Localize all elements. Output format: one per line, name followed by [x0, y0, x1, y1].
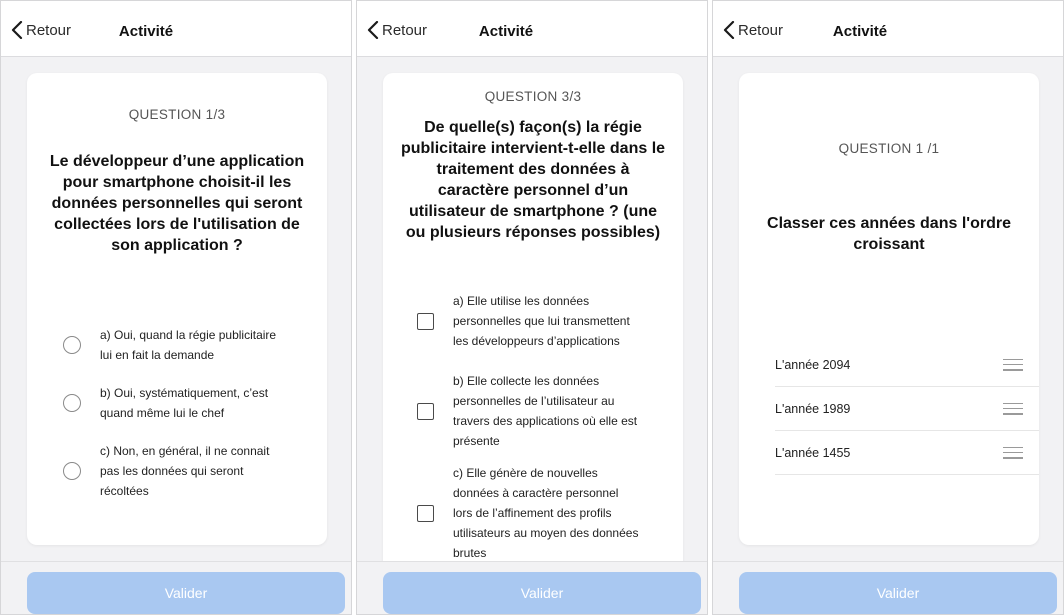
validate-button[interactable]: Valider: [27, 572, 345, 614]
option-line: utilisateurs au moyen des données: [453, 526, 639, 540]
question-line: De quelle(s) façon(s) la régie: [424, 119, 642, 136]
drag-handle-icon[interactable]: [1003, 358, 1023, 371]
option-label: c) Elle génère de nouvelles données à ca…: [453, 463, 638, 563]
question-line: pour smartphone choisit-il les: [62, 174, 292, 191]
option-label: a) Oui, quand la régie publicitaire lui …: [100, 325, 276, 365]
question-line: son application ?: [111, 237, 243, 254]
question-line: traitement des données à: [436, 161, 630, 178]
item-label: L'année 1989: [775, 401, 851, 416]
option-label: b) Elle collecte les données personnelle…: [453, 371, 637, 451]
navigation-bar: Retour Activité: [1, 1, 351, 57]
page-title: Activité: [118, 23, 174, 40]
question-number: QUESTION 3/3: [484, 89, 582, 104]
validate-button[interactable]: Valider: [739, 572, 1057, 614]
question-text: Classer ces années dans l'ordre croissan…: [739, 213, 1039, 255]
question-line: Classer ces années dans l'ordre: [767, 215, 1011, 232]
question-card: QUESTION 1 /1 Classer ces années dans l'…: [739, 73, 1039, 545]
checkbox[interactable]: [417, 504, 434, 522]
option-line: travers des applications où elle est: [453, 414, 638, 428]
option-line: personnelles de l’utilisateur au: [453, 394, 615, 408]
sortable-item[interactable]: L'année 2094: [775, 343, 1039, 387]
question-line: caractère personnel d’un: [437, 182, 629, 199]
quiz-screen-question-3: Retour Activité QUESTION 3/3 De quelle(s…: [356, 0, 708, 615]
question-line: collectées lors de l'utilisation de: [54, 216, 300, 233]
option-line: lui en fait la demande: [100, 348, 215, 362]
answer-option-c[interactable]: c) Non, en général, il ne connait pas le…: [27, 441, 327, 501]
quiz-screen-question-1: Retour Activité QUESTION 1/3 Le développ…: [0, 0, 352, 615]
validate-button[interactable]: Valider: [383, 572, 701, 614]
question-number: QUESTION 1/3: [128, 107, 226, 122]
option-line: c) Elle génère de nouvelles: [453, 466, 598, 480]
footer-bar: Valider: [1, 561, 351, 614]
question-line: utilisateur de smartphone ? (une: [408, 203, 658, 220]
question-line: publicitaire intervient-t-elle dans le: [400, 140, 666, 157]
answer-option-a[interactable]: a) Elle utilise les données personnelles…: [383, 291, 683, 351]
radio-button[interactable]: [63, 462, 81, 480]
question-number: QUESTION 1 /1: [838, 141, 940, 156]
option-line: b) Elle collecte les données: [453, 374, 600, 388]
question-card: QUESTION 1/3 Le développeur d’une applic…: [27, 73, 327, 545]
footer-bar: Valider: [713, 561, 1063, 614]
option-line: pas les données qui seront: [100, 464, 244, 478]
option-line: récoltées: [100, 484, 149, 498]
radio-button[interactable]: [63, 336, 81, 354]
option-line: quand même lui le chef: [100, 406, 225, 420]
sortable-item[interactable]: L'année 1989: [775, 387, 1039, 431]
question-text: Le développeur d’une application pour sm…: [27, 151, 327, 256]
question-line: ou plusieurs réponses possibles): [405, 224, 661, 241]
option-line: b) Oui, systématiquement, c’est: [100, 386, 269, 400]
option-line: données à caractère personnel: [453, 486, 619, 500]
drag-handle-icon[interactable]: [1003, 402, 1023, 415]
option-label: b) Oui, systématiquement, c’est quand mê…: [100, 383, 268, 423]
answer-option-b[interactable]: b) Oui, systématiquement, c’est quand mê…: [27, 383, 327, 423]
drag-handle-icon[interactable]: [1003, 446, 1023, 459]
item-label: L'année 2094: [775, 357, 851, 372]
question-text: De quelle(s) façon(s) la régie publicita…: [383, 117, 683, 243]
option-label: c) Non, en général, il ne connait pas le…: [100, 441, 269, 501]
option-line: brutes: [453, 546, 487, 560]
option-line: les développeurs d’applications: [453, 334, 620, 348]
answer-option-b[interactable]: b) Elle collecte les données personnelle…: [383, 371, 683, 451]
option-line: a) Oui, quand la régie publicitaire: [100, 328, 277, 342]
question-line: Le développeur d’une application: [49, 153, 305, 170]
option-label: a) Elle utilise les données personnelles…: [453, 291, 630, 351]
item-label: L'année 1455: [775, 445, 851, 460]
navigation-bar: Retour Activité: [713, 1, 1063, 57]
page-title: Activité: [478, 23, 534, 40]
option-line: personnelles que lui transmettent: [453, 314, 630, 328]
question-line: données personnelles qui seront: [51, 195, 303, 212]
sortable-item[interactable]: L'année 1455: [775, 431, 1039, 475]
quiz-screen-ordering: Retour Activité QUESTION 1 /1 Classer ce…: [712, 0, 1064, 615]
option-line: c) Non, en général, il ne connait: [100, 444, 270, 458]
radio-button[interactable]: [63, 394, 81, 412]
question-line: croissant: [853, 236, 925, 253]
answer-option-a[interactable]: a) Oui, quand la régie publicitaire lui …: [27, 325, 327, 365]
page-title: Activité: [832, 23, 888, 40]
question-card: QUESTION 3/3 De quelle(s) façon(s) la ré…: [383, 73, 683, 614]
option-line: a) Elle utilise les données: [453, 294, 590, 308]
option-line: présente: [453, 434, 500, 448]
checkbox[interactable]: [417, 402, 434, 420]
answer-option-c[interactable]: c) Elle génère de nouvelles données à ca…: [383, 463, 683, 563]
navigation-bar: Retour Activité: [357, 1, 707, 57]
footer-bar: Valider: [357, 561, 707, 614]
option-line: lors de l’affinement des profils: [453, 506, 612, 520]
checkbox[interactable]: [417, 312, 434, 330]
